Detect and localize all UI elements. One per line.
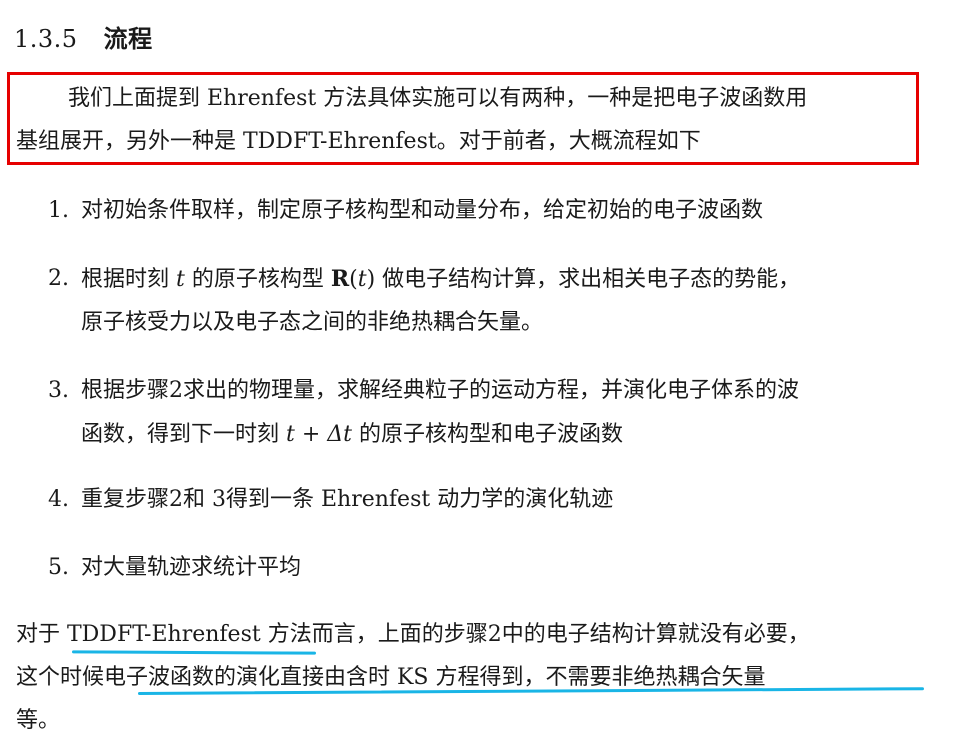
text-segment: 的原子核构型和电子波函数 [352,422,623,447]
section-number: 1.3.5 [14,25,78,53]
list-marker: 4. [48,487,69,512]
text-segment: 根据时刻 [81,267,176,292]
list-item-text: 根据时刻 t 的原子核构型 R(t) 做电子结构计算，求出相关电子态的势能， [81,264,800,295]
list-marker: 5. [48,555,69,580]
list-item-text: 对初始条件取样，制定原子核构型和动量分布，给定初始的电子波函数 [81,198,764,223]
list-marker: 3. [48,378,69,403]
text-segment: ) 做电子结构计算，求出相关电子态的势能， [366,267,801,292]
text-segment: 的原子核构型 [184,267,331,292]
intro-line-1: 我们上面提到 Ehrenfest 方法具体实施可以有两种，一种是把电子波函数用 [68,86,808,111]
list-item-text-continued: 原子核受力以及电子态之间的非绝热耦合矢量。 [81,310,544,335]
highlight-underline-short [71,650,317,655]
text-segment: 函数，得到下一时刻 [81,422,286,447]
section-heading: 1.3.5 流程 [14,22,153,56]
math-variable: t [357,267,367,292]
list-marker: 1. [48,198,69,223]
math-expression: t + Δt [286,422,352,447]
section-title: 流程 [103,25,153,53]
list-item-text: 对大量轨迹求统计平均 [81,555,302,580]
closing-line-3: 等。 [16,708,61,733]
intro-line-2: 基组展开，另外一种是 TDDFT-Ehrenfest。对于前者，大概流程如下 [16,129,701,154]
closing-line-1: 对于 TDDFT-Ehrenfest 方法而言，上面的步骤2中的电子结构计算就没… [16,622,810,647]
math-bold-symbol: R [330,266,350,292]
list-item-text: 根据步骤2求出的物理量，求解经典粒子的运动方程，并演化电子体系的波 [81,378,799,403]
document-page: 1.3.5 流程 我们上面提到 Ehrenfest 方法具体实施可以有两种，一种是… [0,0,973,744]
list-marker: 2. [48,266,69,291]
list-item-text: 重复步骤2和 3得到一条 Ehrenfest 动力学的演化轨迹 [81,487,614,512]
text-segment: ( [349,267,358,292]
list-item-text-continued: 函数，得到下一时刻 t + Δt 的原子核构型和电子波函数 [81,420,623,450]
math-variable: t [176,267,185,292]
